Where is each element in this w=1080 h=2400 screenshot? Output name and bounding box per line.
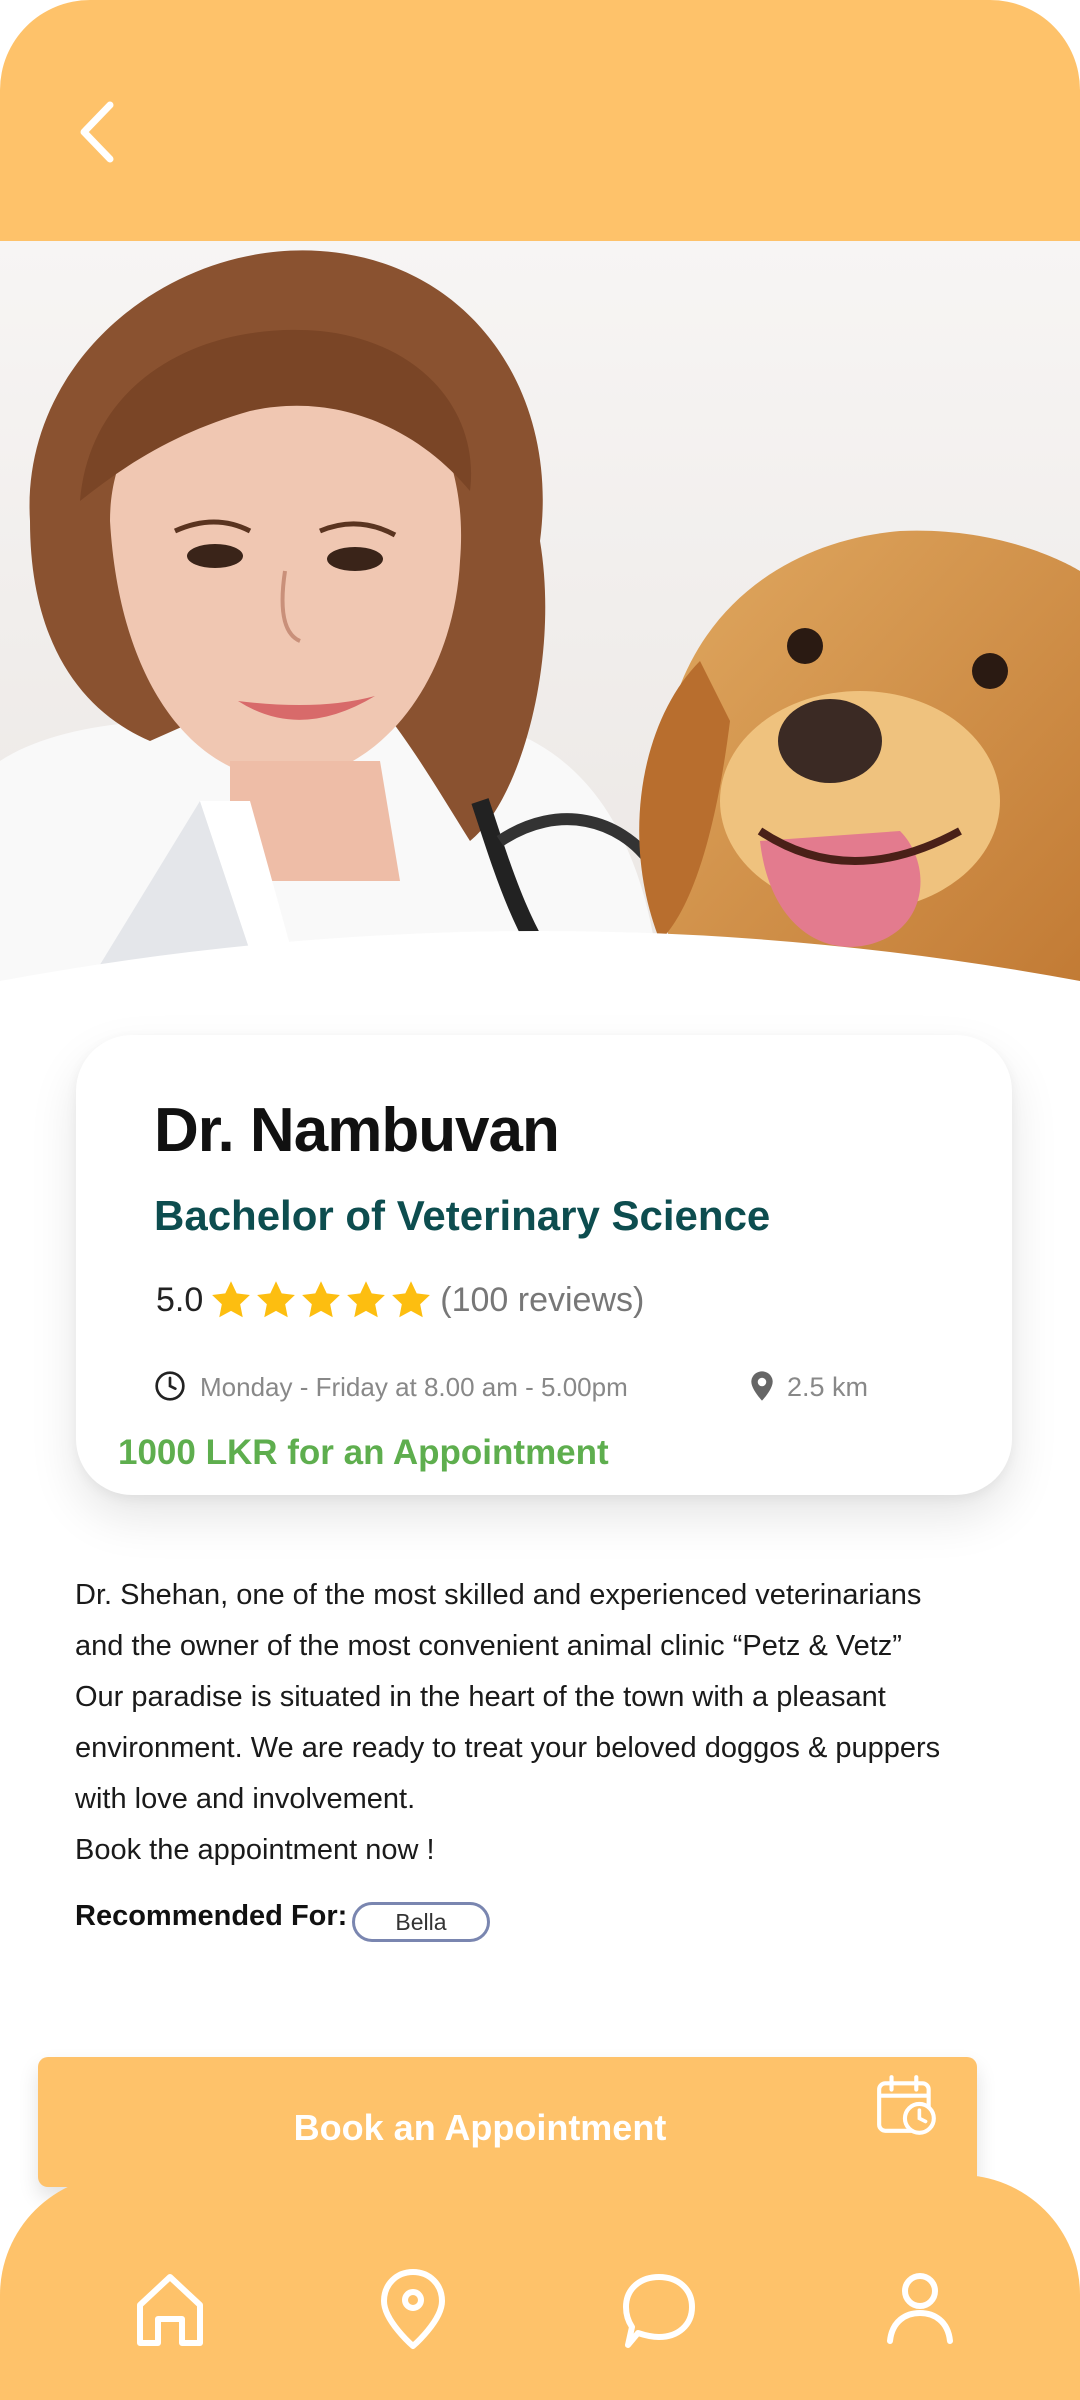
bottom-navigation [0,2175,1080,2400]
back-chevron-icon[interactable] [70,95,130,170]
appointment-price: 1000 LKR for an Appointment [118,1433,609,1472]
star-icon [212,1281,251,1318]
star-icon [347,1281,386,1318]
star-icon [392,1281,431,1318]
availability-row: Monday - Friday at 8.00 am - 5.00pm 2.5 … [154,1368,874,1408]
book-appointment-button[interactable]: Book an Appointment [38,2057,977,2187]
rating-stars [209,1278,434,1322]
pet-chip-bella[interactable]: Bella [352,1902,490,1942]
recommended-for-label: Recommended For: [75,1900,348,1932]
rating-row: 5.0 (100 reviews) [156,1278,644,1322]
star-icon [257,1281,296,1318]
header-bar [0,0,1080,241]
doctor-name: Dr. Nambuvan [154,1096,560,1165]
user-icon[interactable] [882,2267,958,2351]
doctor-description: Dr. Shehan, one of the most skilled and … [75,1579,941,1866]
home-icon[interactable] [132,2267,208,2351]
clock-icon [155,1371,185,1401]
rating-value: 5.0 [156,1280,204,1319]
star-icon [302,1281,341,1318]
chat-icon[interactable] [620,2267,696,2351]
calendar-clock-icon [877,2075,936,2135]
doctor-degree: Bachelor of Veterinary Science [154,1192,771,1239]
map-pin-icon[interactable] [375,2267,451,2351]
reviews-count[interactable]: (100 reviews) [440,1281,644,1320]
doctor-with-dog-photo [0,241,1080,981]
map-pin-icon [751,1371,773,1401]
doctor-info-card: Dr. Nambuvan Bachelor of Veterinary Scie… [76,1035,1012,1495]
distance: 2.5 km [787,1372,869,1402]
working-hours: Monday - Friday at 8.00 am - 5.00pm [200,1372,628,1402]
book-appointment-label: Book an Appointment [293,2107,667,2148]
